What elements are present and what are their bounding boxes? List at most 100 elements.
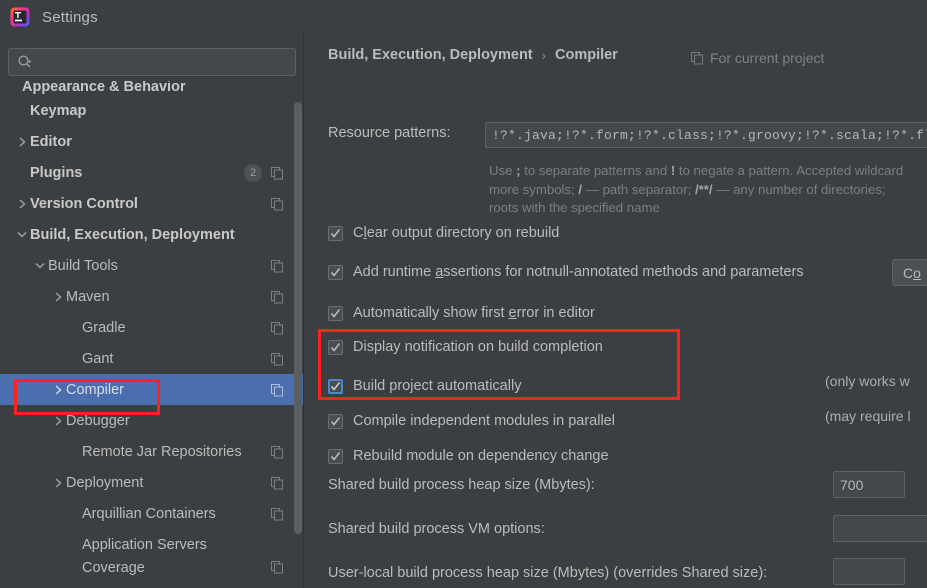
checkbox-display-notification[interactable]: Display notification on build completion [328, 339, 603, 355]
sidebar-item-version-control[interactable]: Version Control [0, 188, 304, 219]
sidebar-item-arquillian-containers[interactable]: Arquillian Containers [0, 498, 304, 529]
window-title: Settings [42, 8, 98, 26]
checkbox-auto-show-first-error[interactable]: Automatically show first error in editor [328, 305, 595, 321]
checkbox-add-runtime-assertions[interactable]: Add runtime assertions for notnull-annot… [328, 264, 804, 280]
checkbox-clear-output-directory[interactable]: Clear output directory on rebuild [328, 225, 559, 241]
checkbox-label: Clear output directory on rebuild [353, 225, 560, 241]
checkbox-label: Compile independent modules in parallel [353, 413, 615, 429]
checkbox-label: Automatically show first error in editor [353, 305, 595, 321]
chevron-right-icon[interactable] [50, 289, 66, 305]
checkbox-icon[interactable] [328, 264, 343, 280]
copy-icon[interactable] [270, 352, 284, 366]
checkbox-compile-independent-modules-parallel[interactable]: Compile independent modules in parallel [328, 413, 615, 429]
sidebar-item-remote-jar-repositories[interactable]: Remote Jar Repositories [0, 436, 304, 467]
sidebar-item-build-tools[interactable]: Build Tools [0, 250, 304, 281]
sidebar-item-compiler[interactable]: Compiler [0, 374, 304, 405]
sidebar-item-label: Remote Jar Repositories [82, 443, 242, 460]
copy-icon[interactable] [270, 507, 284, 521]
sidebar-item-label: Deployment [66, 474, 144, 491]
resource-patterns-label: Resource patterns: [328, 125, 451, 141]
settings-sidebar: Appearance & Behavior Keymap Editor Plug… [0, 34, 304, 588]
checkbox-build-project-automatically[interactable]: Build project automatically [328, 378, 521, 394]
sidebar-item-label: Compiler [66, 381, 125, 398]
breadcrumb: Build, Execution, Deployment › Compiler [328, 47, 618, 63]
checkbox-rebuild-module-on-dependency-change[interactable]: Rebuild module on dependency change [328, 448, 609, 464]
sidebar-item-label: Coverage [82, 560, 145, 576]
sidebar-item-label: Gant [82, 350, 114, 367]
chevron-down-icon[interactable] [32, 258, 48, 274]
sidebar-item-debugger[interactable]: Debugger [0, 405, 304, 436]
checkbox-icon[interactable] [328, 305, 343, 321]
sidebar-item-build-execution-deployment[interactable]: Build, Execution, Deployment [0, 219, 304, 250]
chevron-right-icon[interactable] [50, 413, 66, 429]
side-note-parallel-compile: (may require l [825, 408, 911, 424]
checkbox-icon[interactable] [328, 339, 343, 355]
checkbox-icon[interactable] [328, 225, 343, 241]
sidebar-item-coverage[interactable]: Coverage [0, 560, 304, 582]
search-input[interactable] [33, 54, 295, 70]
sidebar-item-label: Appearance & Behavior [22, 81, 186, 95]
sidebar-item-editor[interactable]: Editor [0, 126, 304, 157]
sidebar-item-label: Editor [30, 133, 72, 150]
user-local-heap-size-label: User-local build process heap size (Mbyt… [328, 565, 768, 581]
chevron-right-icon[interactable] [50, 475, 66, 491]
copy-icon[interactable] [270, 383, 284, 397]
checkbox-label: Display notification on build completion [353, 339, 603, 355]
user-local-heap-size-input[interactable] [833, 558, 905, 585]
side-note-build-automatically: (only works w [825, 373, 910, 389]
settings-dialog: Settings Appearance & Behavior Keymap Ed… [0, 0, 927, 588]
chevron-right-icon[interactable] [50, 382, 66, 398]
sidebar-item-maven[interactable]: Maven [0, 281, 304, 312]
sidebar-item-label: Debugger [66, 412, 130, 429]
sidebar-item-label: Keymap [30, 102, 87, 119]
scope-note-label: For current project [710, 50, 825, 66]
checkbox-label: Add runtime assertions for notnull-annot… [353, 264, 804, 280]
copy-icon[interactable] [270, 445, 284, 459]
chevron-right-icon[interactable] [14, 196, 30, 212]
chevron-down-icon[interactable] [14, 227, 30, 243]
sidebar-item-gradle[interactable]: Gradle [0, 312, 304, 343]
scope-note: For current project [690, 50, 824, 66]
breadcrumb-leaf: Compiler [554, 47, 618, 63]
sidebar-item-label: Build, Execution, Deployment [30, 226, 235, 243]
configure-annotations-button[interactable]: Co [892, 259, 927, 286]
shared-vm-options-label: Shared build process VM options: [328, 521, 545, 537]
sidebar-item-label: Application Servers [82, 536, 207, 553]
sidebar-item-label: Maven [66, 288, 110, 305]
sidebar-item-plugins[interactable]: Plugins 2 [0, 157, 304, 188]
hint-line-3: roots with the specified name [489, 200, 660, 215]
intellij-idea-icon [10, 7, 30, 27]
copy-icon[interactable] [270, 197, 284, 211]
settings-tree[interactable]: Appearance & Behavior Keymap Editor Plug… [0, 81, 304, 588]
copy-icon[interactable] [270, 321, 284, 335]
sidebar-item-label: Gradle [82, 319, 126, 336]
sidebar-item-deployment[interactable]: Deployment [0, 467, 304, 498]
hint-line-2: more symbols; / — path separator; /**/ —… [489, 181, 886, 197]
checkbox-icon[interactable] [328, 448, 343, 464]
search-field[interactable] [8, 48, 296, 76]
copy-icon[interactable] [270, 166, 284, 180]
sidebar-item-appearance-behavior[interactable]: Appearance & Behavior [0, 81, 304, 95]
copy-icon[interactable] [270, 476, 284, 490]
plugins-update-count-badge: 2 [244, 163, 262, 182]
search-icon [17, 54, 33, 70]
checkbox-icon[interactable] [328, 413, 343, 429]
chevron-right-icon[interactable] [14, 134, 30, 150]
sidebar-item-label: Arquillian Containers [82, 505, 216, 522]
shared-heap-size-input[interactable]: 700 [833, 471, 905, 498]
shared-vm-options-input[interactable] [833, 515, 927, 542]
sidebar-item-label: Build Tools [48, 257, 118, 274]
copy-icon[interactable] [270, 560, 284, 574]
shared-heap-size-label: Shared build process heap size (Mbytes): [328, 477, 595, 493]
sidebar-item-keymap[interactable]: Keymap [0, 95, 304, 126]
sidebar-scrollbar[interactable] [294, 102, 302, 534]
resource-patterns-input[interactable]: !?*.java;!?*.form;!?*.class;!?*.groovy;!… [485, 122, 927, 148]
checkbox-icon[interactable] [328, 378, 343, 394]
copy-icon [690, 51, 704, 65]
sidebar-item-gant[interactable]: Gant [0, 343, 304, 374]
copy-icon[interactable] [270, 259, 284, 273]
sidebar-item-application-servers[interactable]: Application Servers [0, 529, 304, 560]
breadcrumb-root[interactable]: Build, Execution, Deployment [328, 47, 533, 63]
sidebar-item-label: Version Control [30, 195, 138, 212]
copy-icon[interactable] [270, 290, 284, 304]
